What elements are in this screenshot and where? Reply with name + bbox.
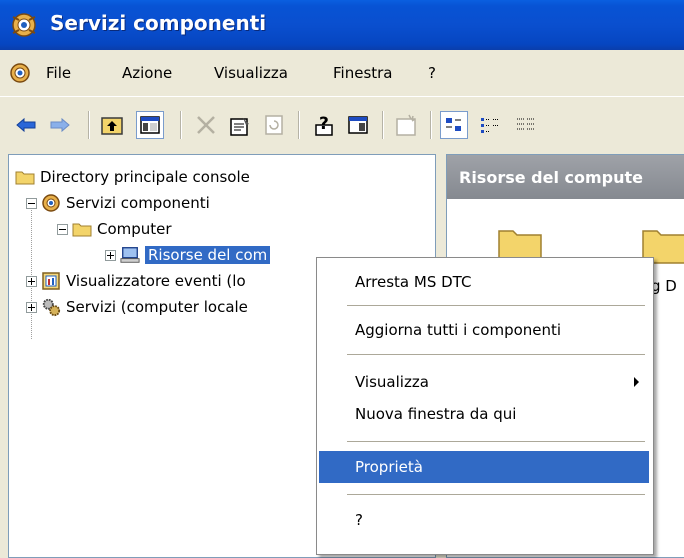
- small-icons-view-button[interactable]: [476, 111, 504, 139]
- tree-item-risorse-del-computer[interactable]: Risorse del com: [105, 242, 271, 268]
- menu-separator: [347, 441, 645, 442]
- toolbar-separator: [298, 111, 300, 139]
- menu-visualizza[interactable]: Visualizza: [214, 64, 288, 82]
- menu-separator: [347, 354, 645, 355]
- toolbar-separator: [430, 111, 432, 139]
- toolbar: ?: [0, 96, 684, 155]
- component-services-icon: [12, 13, 36, 37]
- refresh-button[interactable]: [260, 111, 288, 139]
- folder-icon: [15, 167, 35, 187]
- large-icons-view-icon: [446, 118, 461, 131]
- toolbar-separator: [88, 111, 90, 139]
- title-bar: Servizi componenti: [0, 0, 684, 50]
- tree-item-servizi-componenti[interactable]: Servizi componenti: [26, 190, 210, 216]
- submenu-arrow-icon: [634, 377, 639, 387]
- show-hide-tree-button[interactable]: [136, 111, 164, 139]
- svg-text:?: ?: [319, 114, 329, 134]
- tree-item-visualizzatore-eventi[interactable]: Visualizzatore eventi (lo: [26, 268, 246, 294]
- tree-item-servizi[interactable]: Servizi (computer locale: [26, 294, 248, 320]
- tree-item-label: Risorse del com: [145, 246, 271, 264]
- forward-icon: [50, 117, 70, 133]
- new-window-button[interactable]: [392, 111, 420, 139]
- properties-button[interactable]: [226, 111, 254, 139]
- new-window-icon: [396, 114, 416, 136]
- menu-help[interactable]: ?: [428, 64, 436, 82]
- tree-item-label: Servizi componenti: [66, 194, 210, 212]
- window-title: Servizi componenti: [50, 11, 267, 35]
- delete-button[interactable]: [192, 111, 220, 139]
- delete-icon: [197, 116, 215, 134]
- properties-icon: [230, 115, 249, 136]
- menu-item-nuova-finestra[interactable]: Nuova finestra da qui: [319, 398, 649, 430]
- tree-item-label: Visualizzatore eventi (lo: [66, 272, 246, 290]
- collapse-icon[interactable]: [26, 197, 37, 209]
- collapse-icon[interactable]: [57, 223, 68, 235]
- refresh-icon: [265, 115, 283, 135]
- menu-item-help[interactable]: ?: [319, 504, 649, 536]
- details-header: Risorse del compute: [447, 155, 684, 199]
- menu-finestra[interactable]: Finestra: [333, 64, 393, 82]
- small-icons-view-icon: [481, 118, 499, 133]
- menu-item-proprieta[interactable]: Proprietà: [319, 451, 649, 483]
- computer-icon: [120, 245, 140, 265]
- folder-icon: [72, 219, 92, 239]
- toolbar-separator: [180, 111, 182, 139]
- action-pane-icon: [348, 116, 368, 134]
- back-button[interactable]: [12, 111, 40, 139]
- menu-item-visualizza[interactable]: Visualizza: [319, 366, 649, 398]
- menu-azione[interactable]: Azione: [122, 64, 172, 82]
- expand-icon[interactable]: [26, 301, 37, 313]
- up-folder-button[interactable]: [98, 111, 126, 139]
- event-viewer-icon: [41, 271, 61, 291]
- system-menu-icon[interactable]: [8, 61, 32, 85]
- tree-item-label: Servizi (computer locale: [66, 298, 248, 316]
- details-header-title: Risorse del compute: [459, 168, 644, 187]
- menu-separator: [347, 494, 645, 495]
- menu-item-arresta-msdtc[interactable]: Arresta MS DTC: [319, 266, 649, 298]
- large-icons-view-button[interactable]: [440, 111, 468, 139]
- action-pane-button[interactable]: [344, 111, 372, 139]
- menu-bar: File Azione Visualizza Finestra ?: [0, 50, 684, 96]
- folder-label: g D: [651, 277, 677, 295]
- tree-item-label: Directory principale console: [40, 168, 250, 186]
- services-icon: [41, 297, 61, 317]
- help-button[interactable]: ?: [310, 111, 338, 139]
- expand-icon[interactable]: [26, 275, 37, 287]
- tree-item-computer[interactable]: Computer: [57, 216, 172, 242]
- toolbar-separator: [382, 111, 384, 139]
- component-services-icon: [41, 193, 61, 213]
- expand-icon[interactable]: [105, 249, 116, 261]
- back-icon: [16, 117, 36, 133]
- menu-separator: [347, 305, 645, 306]
- tree-item-root[interactable]: Directory principale console: [15, 164, 250, 190]
- up-folder-icon: [101, 117, 123, 135]
- list-view-icon: [517, 118, 535, 130]
- help-icon: ?: [315, 114, 333, 136]
- menu-file[interactable]: File: [46, 64, 71, 82]
- show-hide-tree-icon: [140, 116, 160, 134]
- forward-button[interactable]: [46, 111, 74, 139]
- context-menu: Arresta MS DTC Aggiorna tutti i componen…: [316, 257, 654, 555]
- tree-item-label: Computer: [97, 220, 172, 238]
- menu-item-aggiorna-componenti[interactable]: Aggiorna tutti i componenti: [319, 314, 649, 346]
- list-view-button[interactable]: [512, 111, 540, 139]
